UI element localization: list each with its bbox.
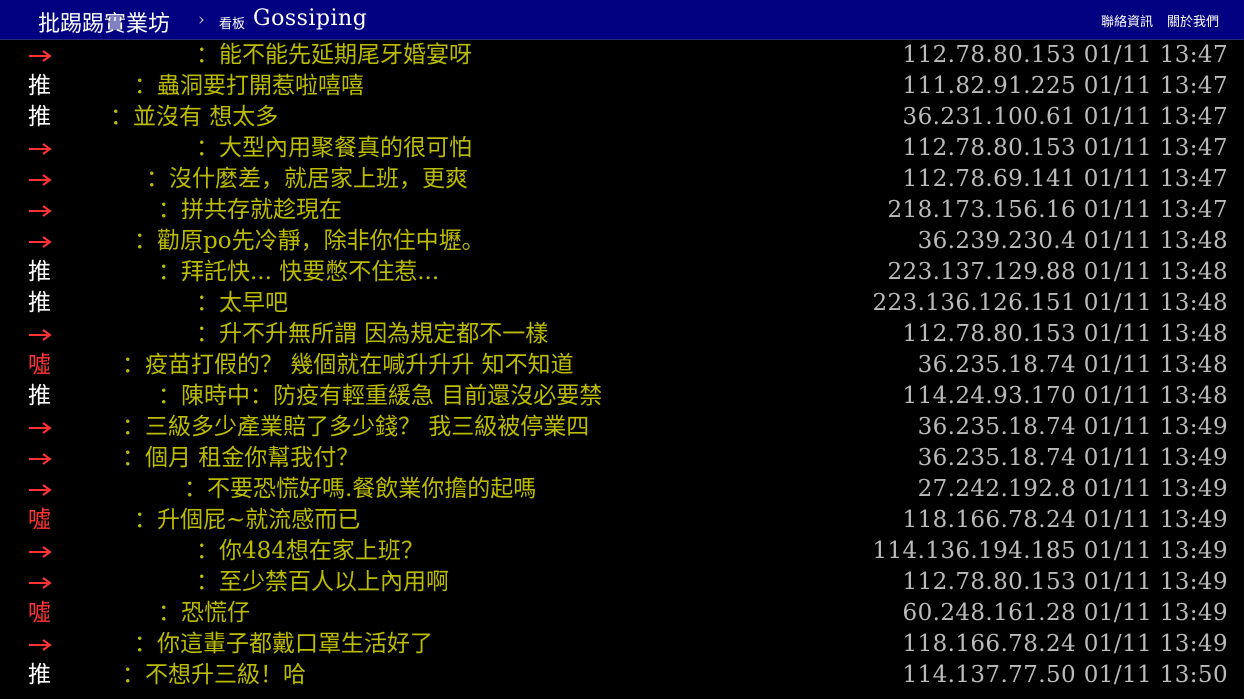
push-tag-boo: 噓 <box>28 600 51 626</box>
push-tag-push: 推 <box>28 290 51 316</box>
push-ip-datetime: 36.239.230.4 01/11 13:48 <box>917 228 1228 254</box>
push-content: ：勸原po先冷靜，除非你住中壢。 <box>134 228 485 254</box>
board-name-link[interactable]: Gossiping <box>253 6 367 31</box>
arrow-icon <box>29 453 52 465</box>
arrow-icon <box>29 577 52 589</box>
push-ip-datetime: 112.78.80.153 01/11 13:49 <box>902 569 1228 595</box>
push-ip-datetime: 118.166.78.24 01/11 13:49 <box>902 631 1228 657</box>
push-ip-datetime: 27.242.192.8 01/11 13:49 <box>917 476 1228 502</box>
push-ip-datetime: 118.166.78.24 01/11 13:49 <box>902 507 1228 533</box>
push-content: ：升個屁~就流感而已 <box>134 507 361 533</box>
arrow-icon <box>29 174 52 186</box>
push-content: ：你484想在家上班？ <box>196 538 424 564</box>
push-content: ：恐慌仔 <box>158 600 250 626</box>
push-row: 推 ：拜託快... 快要憋不住惹... 223.137.129.88 01/11 1… <box>0 257 1244 288</box>
push-ip-datetime: 36.231.100.61 01/11 13:47 <box>902 104 1228 130</box>
board-label: 看板 <box>219 17 246 32</box>
arrow-icon <box>29 236 52 248</box>
push-row: 推 ：太早吧 223.136.126.151 01/11 13:48 <box>0 288 1244 319</box>
push-content: ：拼共存就趁現在 <box>158 197 342 223</box>
push-row: ：勸原po先冷靜，除非你住中壢。 36.239.230.4 01/11 13:48 <box>0 226 1244 257</box>
push-ip-datetime: 60.248.161.28 01/11 13:49 <box>902 600 1228 626</box>
arrow-icon <box>29 484 52 496</box>
breadcrumb-separator: › <box>198 10 205 30</box>
push-ip-datetime: 223.137.129.88 01/11 13:48 <box>887 259 1228 285</box>
arrow-icon <box>29 143 52 155</box>
push-ip-datetime: 36.235.18.74 01/11 13:49 <box>917 414 1228 440</box>
push-tag-push: 推 <box>28 73 51 99</box>
push-row: ：沒什麼差，就居家上班，更爽 112.78.69.141 01/11 13:47 <box>0 164 1244 195</box>
about-link[interactable]: 關於我們 <box>1167 11 1219 30</box>
arrow-icon <box>29 422 52 434</box>
push-ip-datetime: 112.78.80.153 01/11 13:47 <box>902 42 1228 68</box>
push-ip-datetime: 114.137.77.50 01/11 13:50 <box>902 662 1228 688</box>
push-ip-datetime: 218.173.156.16 01/11 13:47 <box>887 197 1228 223</box>
push-content: ：疫苗打假的？ 幾個就在喊升升升 知不知道 <box>122 352 574 378</box>
push-content: ：不想升三級！哈 <box>122 662 306 688</box>
arrow-icon <box>29 639 52 651</box>
push-row: 推 ：陳時中：防疫有輕重緩急 目前還沒必要禁 114.24.93.170 01/11… <box>0 381 1244 412</box>
push-content: ：能不能先延期尾牙婚宴呀 <box>196 42 472 68</box>
push-ip-datetime: 114.24.93.170 01/11 13:48 <box>902 383 1228 409</box>
push-row: ：個月 租金你幫我付？ 36.235.18.74 01/11 13:49 <box>0 443 1244 474</box>
top-bar: 批踢踢實業坊 › 看板 Gossiping 聯絡資訊 關於我們 <box>0 0 1244 40</box>
push-row: 噓 ：升個屁~就流感而已 118.166.78.24 01/11 13:49 <box>0 505 1244 536</box>
push-ip-datetime: 112.78.69.141 01/11 13:47 <box>902 166 1228 192</box>
push-row: ：至少禁百人以上內用啊 112.78.80.153 01/11 13:49 <box>0 567 1244 598</box>
push-row: 噓 ：恐慌仔 60.248.161.28 01/11 13:49 <box>0 598 1244 629</box>
push-row: 推 ：不想升三級！哈 114.137.77.50 01/11 13:50 <box>0 660 1244 691</box>
push-row: ：你484想在家上班？ 114.136.194.185 01/11 13:49 <box>0 536 1244 567</box>
push-ip-datetime: 223.136.126.151 01/11 13:48 <box>872 290 1228 316</box>
push-row: 推 ：並沒有 想太多 36.231.100.61 01/11 13:47 <box>0 102 1244 133</box>
push-row: ：拼共存就趁現在 218.173.156.16 01/11 13:47 <box>0 195 1244 226</box>
push-content: ：三級多少產業賠了多少錢？ 我三級被停業四 <box>122 414 590 440</box>
push-tag-push: 推 <box>28 104 51 130</box>
site-title-link[interactable]: 批踢踢實業坊 <box>38 6 170 38</box>
push-row: ：三級多少產業賠了多少錢？ 我三級被停業四 36.235.18.74 01/11 … <box>0 412 1244 443</box>
push-row: ：大型內用聚餐真的很可怕 112.78.80.153 01/11 13:47 <box>0 133 1244 164</box>
push-content: ：拜託快... 快要憋不住惹... <box>158 259 440 285</box>
push-content: ：至少禁百人以上內用啊 <box>196 569 449 595</box>
push-row: 噓 ：疫苗打假的？ 幾個就在喊升升升 知不知道 36.235.18.74 01/11… <box>0 350 1244 381</box>
push-content: ：並沒有 想太多 <box>110 104 279 130</box>
push-content: ：個月 租金你幫我付？ <box>122 445 360 471</box>
push-ip-datetime: 36.235.18.74 01/11 13:48 <box>917 352 1228 378</box>
push-list: ：能不能先延期尾牙婚宴呀 112.78.80.153 01/11 13:47 推 ：蟲… <box>0 40 1244 699</box>
push-ip-datetime: 114.136.194.185 01/11 13:49 <box>872 538 1228 564</box>
push-tag-push: 推 <box>28 383 51 409</box>
push-tag-push: 推 <box>28 662 51 688</box>
push-content: ：陳時中：防疫有輕重緩急 目前還沒必要禁 <box>158 383 603 409</box>
push-ip-datetime: 112.78.80.153 01/11 13:47 <box>902 135 1228 161</box>
push-row: ：能不能先延期尾牙婚宴呀 112.78.80.153 01/11 13:47 <box>0 40 1244 71</box>
push-ip-datetime: 111.82.91.225 01/11 13:47 <box>902 73 1228 99</box>
push-content: ：太早吧 <box>196 290 288 316</box>
push-content: ：不要恐慌好嗎.餐飲業你擔的起嗎 <box>184 476 537 502</box>
arrow-icon <box>29 50 52 62</box>
push-tag-push: 推 <box>28 259 51 285</box>
push-content: ：沒什麼差，就居家上班，更爽 <box>146 166 468 192</box>
push-content: ：你這輩子都戴口罩生活好了 <box>134 631 433 657</box>
push-tag-boo: 噓 <box>28 352 51 378</box>
arrow-icon <box>29 546 52 558</box>
push-row: ：你這輩子都戴口罩生活好了 118.166.78.24 01/11 13:49 <box>0 629 1244 660</box>
arrow-icon <box>29 329 52 341</box>
push-content: ：升不升無所謂 因為規定都不一樣 <box>196 321 549 347</box>
push-content: ：蟲洞要打開惹啦嘻嘻 <box>134 73 364 99</box>
arrow-icon <box>29 205 52 217</box>
push-content: ：大型內用聚餐真的很可怕 <box>196 135 472 161</box>
push-tag-boo: 噓 <box>28 507 51 533</box>
push-ip-datetime: 112.78.80.153 01/11 13:48 <box>902 321 1228 347</box>
push-row: ：升不升無所謂 因為規定都不一樣 112.78.80.153 01/11 13:4… <box>0 319 1244 350</box>
contact-link[interactable]: 聯絡資訊 <box>1101 11 1153 30</box>
push-row: 推 ：蟲洞要打開惹啦嘻嘻 111.82.91.225 01/11 13:47 <box>0 71 1244 102</box>
push-row: ：不要恐慌好嗎.餐飲業你擔的起嗎 27.242.192.8 01/11 13:49 <box>0 474 1244 505</box>
push-ip-datetime: 36.235.18.74 01/11 13:49 <box>917 445 1228 471</box>
